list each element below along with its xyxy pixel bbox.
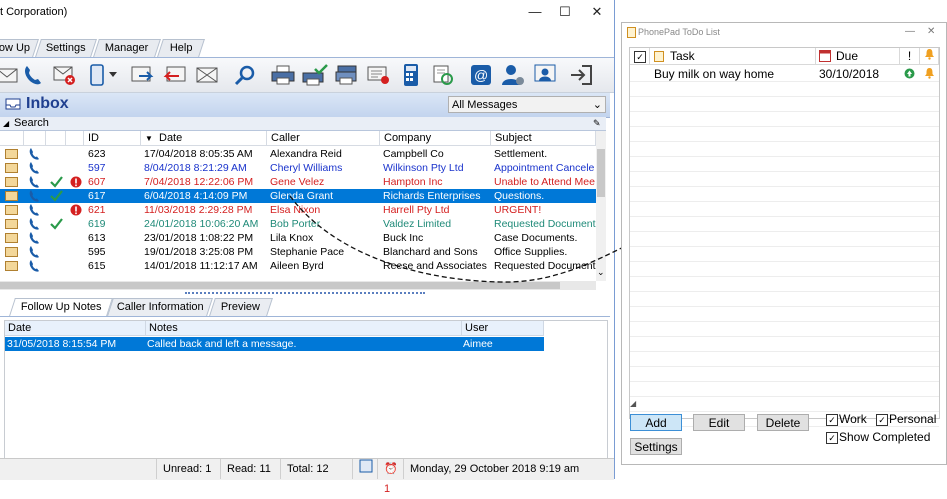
add-button[interactable]: Add bbox=[630, 414, 682, 431]
select-all-header[interactable]: ✓ bbox=[630, 48, 650, 65]
grid-line bbox=[630, 231, 939, 232]
calendar-icon bbox=[819, 50, 831, 67]
todo-grid: ✓ Task Due ! Buy milk on way home 30/10/… bbox=[629, 47, 940, 427]
grid-line bbox=[630, 351, 939, 352]
grid-line bbox=[630, 81, 939, 82]
work-checkbox[interactable]: ✓ bbox=[826, 414, 838, 426]
personal-checkbox[interactable]: ✓ bbox=[876, 414, 888, 426]
grid-line bbox=[630, 126, 939, 127]
grid-line bbox=[630, 276, 939, 277]
grid-line bbox=[630, 306, 939, 307]
todo-window: PhonePad ToDo List — ✕ ✓ Task Due ! Buy … bbox=[621, 22, 947, 465]
todo-task-text: Buy milk on way home bbox=[654, 67, 775, 81]
col-priority-header[interactable]: ! bbox=[900, 48, 920, 65]
grid-line bbox=[630, 366, 939, 367]
col-alarm-header[interactable] bbox=[920, 48, 939, 65]
grid-line bbox=[630, 186, 939, 187]
grid-line bbox=[630, 381, 939, 382]
settings-button[interactable]: Settings bbox=[630, 438, 682, 455]
grid-line bbox=[630, 216, 939, 217]
alarm-count: 1 bbox=[384, 483, 391, 495]
personal-label: Personal bbox=[889, 412, 937, 426]
grid-line bbox=[630, 201, 939, 202]
expand-icon[interactable]: ◢ bbox=[630, 399, 636, 408]
col-due-header[interactable]: Due bbox=[816, 48, 900, 65]
bell-icon bbox=[924, 49, 935, 63]
grid-line bbox=[630, 336, 939, 337]
grid-line bbox=[630, 156, 939, 157]
todo-title: PhonePad ToDo List bbox=[638, 27, 720, 37]
grid-line bbox=[630, 111, 939, 112]
grid-line bbox=[630, 171, 939, 172]
edit-button[interactable]: Edit bbox=[693, 414, 745, 431]
table-row[interactable]: Buy milk on way home 30/10/2018 bbox=[630, 66, 939, 81]
grid-line bbox=[630, 246, 939, 247]
grid-line bbox=[630, 396, 939, 397]
work-label: Work bbox=[839, 412, 867, 426]
alarm-bell-icon bbox=[924, 67, 935, 82]
todo-app-icon bbox=[627, 27, 636, 41]
show-completed-label: Show Completed bbox=[839, 430, 931, 444]
grid-line bbox=[630, 321, 939, 322]
priority-up-icon bbox=[904, 68, 915, 82]
col-task-header[interactable]: Task bbox=[650, 48, 816, 65]
select-all-checkbox[interactable]: ✓ bbox=[634, 51, 646, 63]
show-completed-checkbox[interactable]: ✓ bbox=[826, 432, 838, 444]
todo-close-button[interactable]: ✕ bbox=[927, 26, 935, 37]
delete-button[interactable]: Delete bbox=[757, 414, 809, 431]
grid-line bbox=[630, 96, 939, 97]
grid-line bbox=[630, 141, 939, 142]
task-clipboard-icon bbox=[654, 50, 664, 67]
todo-due-date: 30/10/2018 bbox=[819, 67, 880, 81]
grid-line bbox=[630, 261, 939, 262]
todo-minimize-button[interactable]: — bbox=[905, 26, 915, 37]
grid-line bbox=[630, 291, 939, 292]
